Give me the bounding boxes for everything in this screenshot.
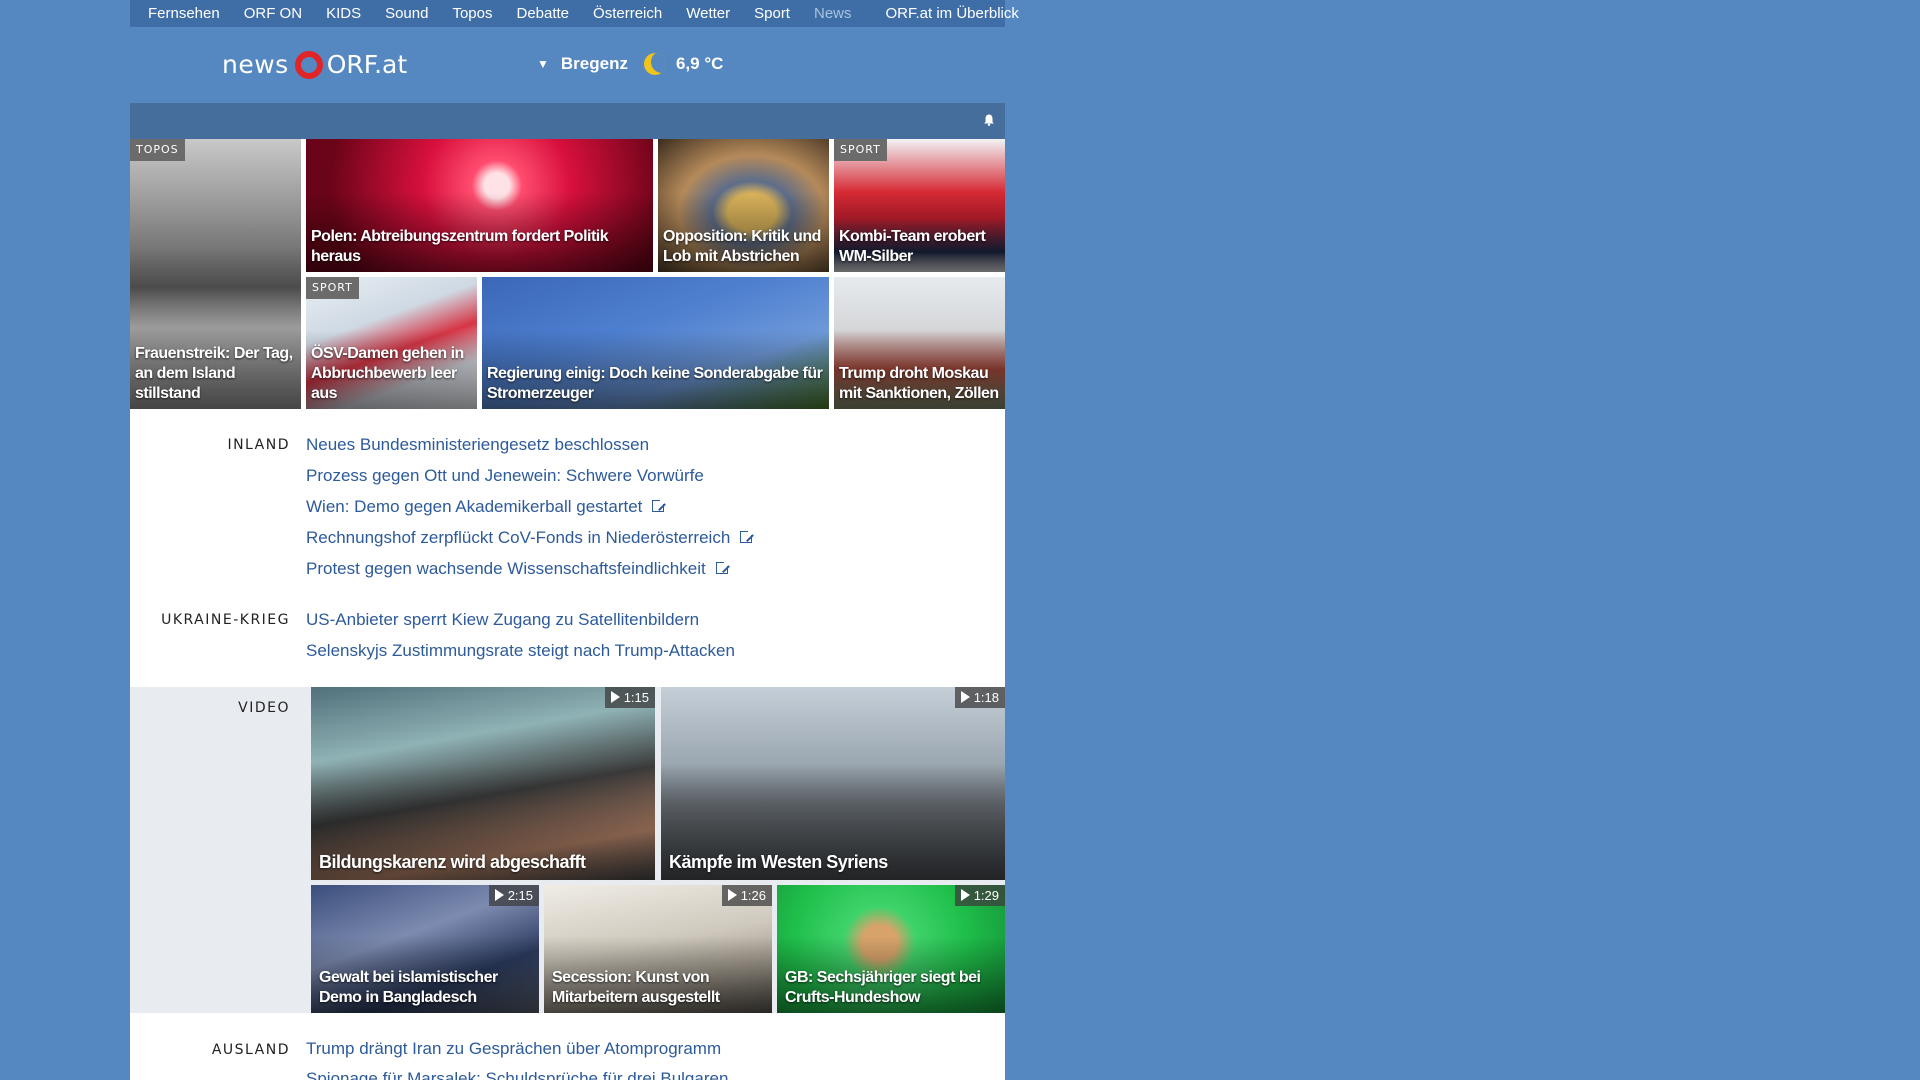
nav-item-sport[interactable]: Sport <box>754 5 790 22</box>
weather-widget: ▼ Bregenz 6,9 °C <box>537 53 723 75</box>
tile-tag: SPORT <box>834 139 887 161</box>
tile-tag: SPORT <box>306 277 359 299</box>
story-tile-kombi[interactable]: SPORT Kombi-Team erobert WM-Silber <box>834 139 1005 272</box>
video-duration: 1:26 <box>721 885 772 906</box>
video-tile-bangladesch[interactable]: 2:15 Gewalt bei islamistischer Demo in B… <box>311 885 539 1013</box>
section-label-ausland: AUSLAND <box>211 1042 290 1058</box>
nav-item-sound[interactable]: Sound <box>385 5 428 22</box>
nav-item-orf-on[interactable]: ORF ON <box>244 5 302 22</box>
link-inland-1[interactable]: Neues Bundesministeriengesetz beschlosse… <box>306 435 649 455</box>
tile-caption: Bildungskarenz wird abgeschafft <box>319 852 586 872</box>
play-icon <box>610 691 620 703</box>
video-tile-secession[interactable]: 1:26 Secession: Kunst von Mitarbeitern a… <box>544 885 772 1013</box>
external-link-icon <box>740 529 755 543</box>
story-tile-frauenstreik[interactable]: TOPOS Frauenstreik: Der Tag, an dem Isla… <box>130 139 301 409</box>
nav-item-topos[interactable]: Topos <box>452 5 492 22</box>
nav-item-overview[interactable]: ORF.at im Überblick <box>886 5 1019 22</box>
video-tile-syrien[interactable]: 1:18 Kämpfe im Westen Syriens <box>661 687 1005 880</box>
nav-item-fernsehen[interactable]: Fernsehen <box>148 5 220 22</box>
story-tile-opposition[interactable]: Opposition: Kritik und Lob mit Abstriche… <box>658 139 829 272</box>
news-orf-logo[interactable]: news ORF.at <box>222 50 407 79</box>
video-duration: 1:15 <box>604 687 655 708</box>
logo-news-text: news <box>222 50 289 79</box>
tile-tag: TOPOS <box>130 139 185 161</box>
play-icon <box>960 691 970 703</box>
section-label-inland: INLAND <box>227 437 290 453</box>
link-ausland-2[interactable]: Spionage für Marsalek: Schuldsprüche für… <box>306 1069 728 1080</box>
tile-caption: Regierung einig: Doch keine Sonderabgabe… <box>487 365 823 402</box>
video-duration: 2:15 <box>488 885 539 906</box>
nav-item-news[interactable]: News <box>814 5 852 22</box>
logo-orf-text: ORF.at <box>326 50 408 79</box>
link-ausland-1[interactable]: Trump drängt Iran zu Gesprächen über Ato… <box>306 1039 721 1059</box>
tile-caption: Frauenstreik: Der Tag, an dem Island sti… <box>135 345 293 402</box>
video-tile-bildungskarenz[interactable]: 1:15 Bildungskarenz wird abgeschafft <box>311 687 655 880</box>
story-tile-regierung[interactable]: Regierung einig: Doch keine Sonderabgabe… <box>482 277 829 409</box>
weather-temperature: 6,9 °C <box>675 54 724 73</box>
location-dropdown-icon[interactable]: ▼ <box>537 57 549 71</box>
tile-caption: Kombi-Team erobert WM-Silber <box>839 228 986 265</box>
link-text: Wien: Demo gegen Akademikerball gestarte… <box>306 497 643 516</box>
orf-ring-icon <box>294 50 323 79</box>
play-icon <box>727 889 737 901</box>
link-text: Protest gegen wachsende Wissenschaftsfei… <box>306 559 706 578</box>
nav-item-oesterreich[interactable]: Österreich <box>593 5 662 22</box>
link-inland-5[interactable]: Protest gegen wachsende Wissenschaftsfei… <box>306 559 730 579</box>
moon-icon <box>643 53 666 75</box>
story-tile-polen[interactable]: Polen: Abtreibungszentrum fordert Politi… <box>306 139 653 272</box>
external-link-icon <box>652 498 667 512</box>
story-tile-oesv[interactable]: SPORT ÖSV-Damen gehen in Abbruchbewerb l… <box>306 277 477 409</box>
nav-item-kids[interactable]: KIDS <box>326 5 361 22</box>
bell-icon[interactable] <box>983 114 995 126</box>
weather-city[interactable]: Bregenz <box>561 54 628 74</box>
nav-item-wetter[interactable]: Wetter <box>686 5 730 22</box>
link-inland-4[interactable]: Rechnungshof zerpflückt CoV-Fonds in Nie… <box>306 528 755 548</box>
tile-caption: Trump droht Moskau mit Sanktionen, Zölle… <box>839 365 999 402</box>
tile-caption: Opposition: Kritik und Lob mit Abstriche… <box>663 228 821 265</box>
top-navigation: Fernsehen ORF ON KIDS Sound Topos Debatt… <box>130 0 1019 27</box>
tile-caption: Secession: Kunst von Mitarbeitern ausges… <box>552 969 720 1006</box>
nav-item-debatte[interactable]: Debatte <box>516 5 569 22</box>
video-section: VIDEO 1:15 Bildungskarenz wird abgeschaf… <box>130 687 1005 1013</box>
video-duration: 1:29 <box>954 885 1005 906</box>
play-icon <box>494 889 504 901</box>
video-tile-crufts[interactable]: 1:29 GB: Sechsjähriger siegt bei Crufts-… <box>777 885 1005 1013</box>
link-text: Rechnungshof zerpflückt CoV-Fonds in Nie… <box>306 528 731 547</box>
story-tile-trump[interactable]: Trump droht Moskau mit Sanktionen, Zölle… <box>834 277 1005 409</box>
section-label-video: VIDEO <box>238 700 290 716</box>
link-ukraine-1[interactable]: US-Anbieter sperrt Kiew Zugang zu Satell… <box>306 610 699 630</box>
tile-caption: GB: Sechsjähriger siegt bei Crufts-Hunde… <box>785 969 981 1006</box>
tile-caption: ÖSV-Damen gehen in Abbruchbewerb leer au… <box>311 345 464 402</box>
link-inland-2[interactable]: Prozess gegen Ott und Jenewein: Schwere … <box>306 466 704 486</box>
notification-bar <box>130 103 1005 139</box>
section-label-ukraine: UKRAINE-KRIEG <box>161 612 290 628</box>
link-inland-3[interactable]: Wien: Demo gegen Akademikerball gestarte… <box>306 497 667 517</box>
tile-caption: Kämpfe im Westen Syriens <box>669 852 888 872</box>
video-duration: 1:18 <box>954 687 1005 708</box>
link-ukraine-2[interactable]: Selenskyjs Zustimmungsrate steigt nach T… <box>306 641 735 661</box>
tile-caption: Polen: Abtreibungszentrum fordert Politi… <box>311 228 609 265</box>
tile-caption: Gewalt bei islamistischer Demo in Bangla… <box>319 969 498 1006</box>
play-icon <box>960 889 970 901</box>
main-content: TOPOS Frauenstreik: Der Tag, an dem Isla… <box>130 139 1005 1080</box>
external-link-icon <box>715 560 730 574</box>
